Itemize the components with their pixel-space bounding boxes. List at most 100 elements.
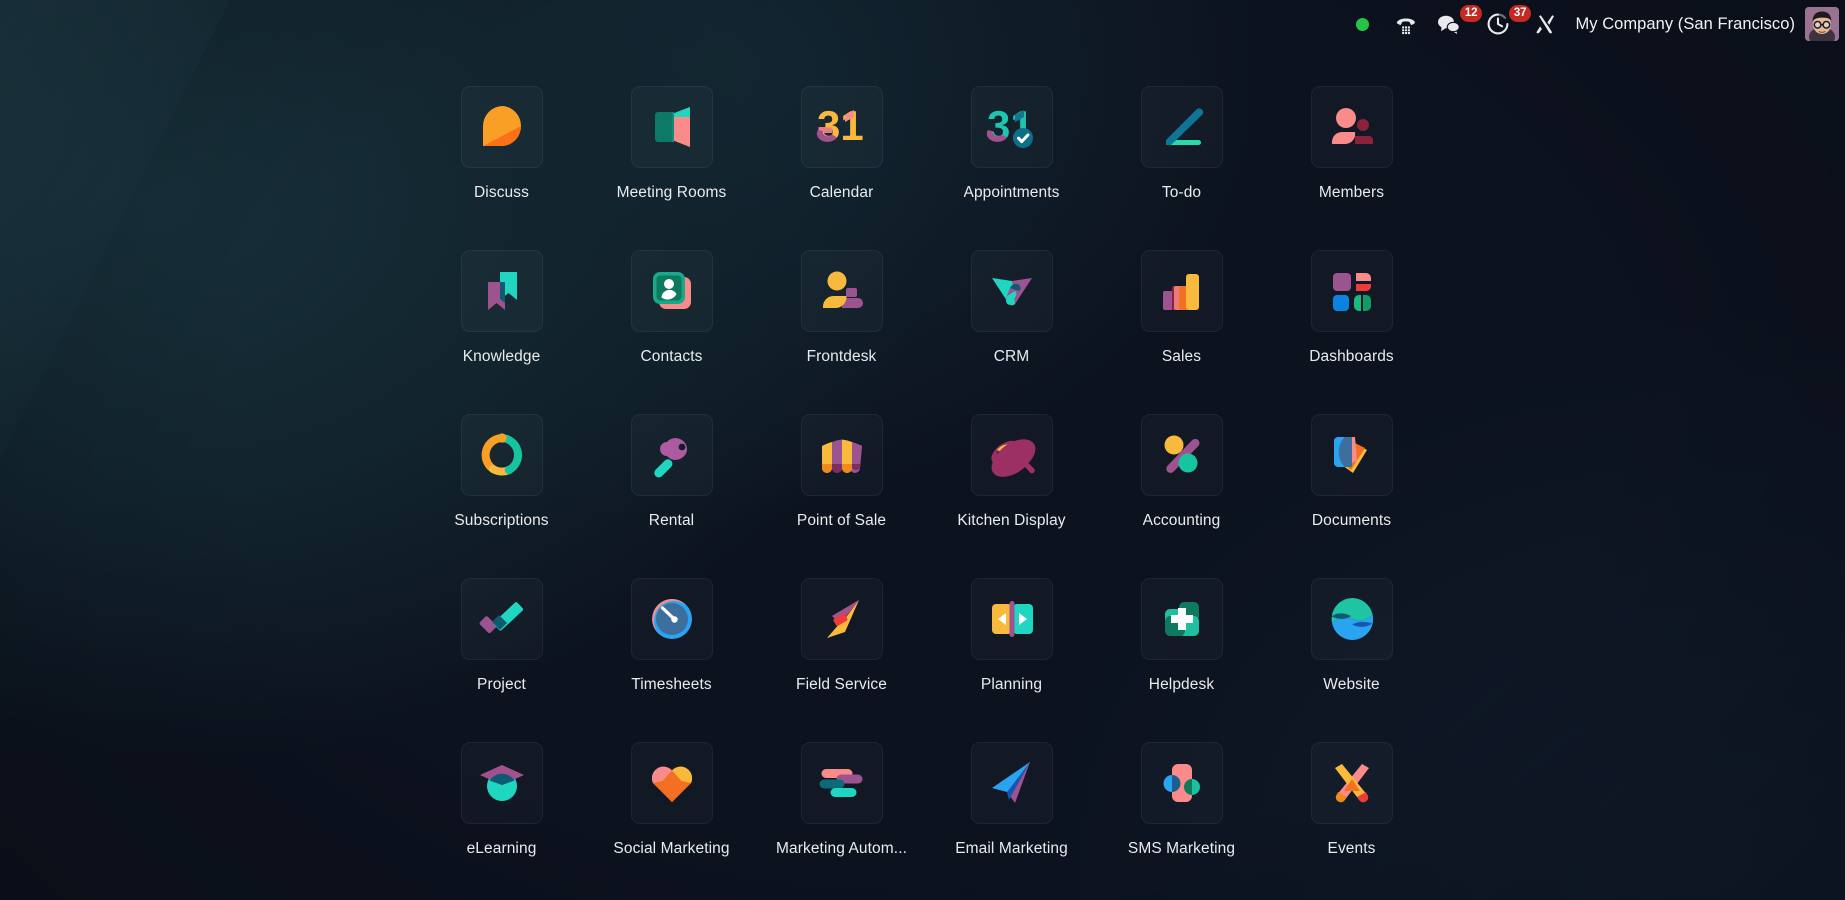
app-label: To-do <box>1161 184 1202 201</box>
phone-dialpad-button[interactable] <box>1385 0 1427 48</box>
app-label: Field Service <box>796 676 887 693</box>
discuss-icon <box>482 106 521 146</box>
svg-text:31: 31 <box>817 102 864 149</box>
app-subscriptions[interactable]: Subscriptions <box>417 406 587 570</box>
helpdesk-cross-icon <box>1164 602 1199 636</box>
frontdesk-bell-icon <box>822 271 863 309</box>
app-social-marketing[interactable]: Social Marketing <box>587 734 757 898</box>
app-tile <box>630 86 713 168</box>
app-tile <box>970 578 1053 660</box>
app-label: Rental <box>648 512 695 529</box>
settings-tools-button[interactable] <box>1526 0 1567 48</box>
app-label: Website <box>1323 676 1380 693</box>
app-documents[interactable]: Documents <box>1267 406 1437 570</box>
app-kitchen-display[interactable]: Kitchen Display <box>927 406 1097 570</box>
app-tile <box>1140 742 1223 824</box>
dashboards-tiles-icon <box>1332 273 1371 311</box>
app-label: Helpdesk <box>1148 676 1215 693</box>
app-label: Calendar <box>809 184 874 201</box>
avatar[interactable] <box>1805 7 1839 41</box>
crm-arrow-icon <box>991 278 1032 306</box>
app-tile <box>630 414 713 496</box>
app-website[interactable]: Website <box>1267 570 1437 734</box>
app-tile <box>1140 250 1223 332</box>
app-tile <box>1140 578 1223 660</box>
app-meeting-rooms[interactable]: Meeting Rooms <box>587 78 757 242</box>
chat-bubbles-icon <box>1438 15 1461 34</box>
rental-key-icon <box>653 438 687 478</box>
elearning-graduation-icon <box>479 765 524 801</box>
sales-barchart-icon <box>1162 274 1199 310</box>
app-members[interactable]: Members <box>1267 78 1437 242</box>
app-dashboards[interactable]: Dashboards <box>1267 242 1437 406</box>
app-frontdesk[interactable]: Frontdesk <box>757 242 927 406</box>
documents-papers-icon <box>1333 437 1367 473</box>
calendar-31-icon: 31 <box>816 102 864 149</box>
app-tile <box>630 578 713 660</box>
online-status-dot <box>1356 17 1370 31</box>
app-field-service[interactable]: Field Service <box>757 570 927 734</box>
app-label: Planning <box>980 676 1043 693</box>
app-tile <box>1310 578 1393 660</box>
clock-activity-icon <box>1488 13 1509 35</box>
app-sales[interactable]: Sales <box>1097 242 1267 406</box>
app-tile <box>460 86 543 168</box>
subscriptions-recycle-icon <box>481 433 522 476</box>
app-project[interactable]: Project <box>417 570 587 734</box>
app-contacts[interactable]: Contacts <box>587 242 757 406</box>
app-point-of-sale[interactable]: Point of Sale <box>757 406 927 570</box>
app-launcher-grid: Discuss Meeting Rooms 31 Calendar 31 App… <box>0 78 1845 898</box>
app-label: Frontdesk <box>806 348 877 365</box>
app-label: Members <box>1318 184 1385 201</box>
online-status-button[interactable] <box>1343 0 1385 48</box>
email-marketing-plane-icon <box>991 762 1030 803</box>
project-check-icon <box>479 602 523 634</box>
field-service-bolt-icon <box>826 600 859 638</box>
tools-wrench-icon <box>1537 14 1555 33</box>
app-elearning[interactable]: eLearning <box>417 734 587 898</box>
app-marketing-automation[interactable]: Marketing Autom... <box>757 734 927 898</box>
app-tile <box>970 742 1053 824</box>
kitchen-display-pan-icon <box>990 439 1035 477</box>
app-email-marketing[interactable]: Email Marketing <box>927 734 1097 898</box>
phone-dialpad-icon <box>1397 18 1416 35</box>
app-label: Marketing Autom... <box>775 840 908 857</box>
accounting-percent-icon <box>1164 435 1200 473</box>
app-rental[interactable]: Rental <box>587 406 757 570</box>
app-tile <box>1310 86 1393 168</box>
point-of-sale-awning-icon <box>821 439 862 473</box>
app-label: Subscriptions <box>454 512 549 529</box>
app-tile <box>800 578 883 660</box>
app-planning[interactable]: Planning <box>927 570 1097 734</box>
app-label: Project <box>477 676 526 693</box>
app-timesheets[interactable]: Timesheets <box>587 570 757 734</box>
sms-marketing-icon <box>1163 764 1200 802</box>
website-globe-icon <box>1330 597 1373 641</box>
top-navbar: 12 37 My Company (San Francisco) <box>0 0 1845 48</box>
app-tile <box>970 250 1053 332</box>
messages-button[interactable]: 12 <box>1427 0 1483 48</box>
app-label: CRM <box>993 348 1030 365</box>
app-tile <box>460 414 543 496</box>
app-calendar[interactable]: 31 Calendar <box>757 78 927 242</box>
contacts-card-icon <box>652 272 691 309</box>
app-todo[interactable]: To-do <box>1097 78 1267 242</box>
app-label: Sales <box>1161 348 1202 365</box>
app-appointments[interactable]: 31 Appointments <box>927 78 1097 242</box>
app-helpdesk[interactable]: Helpdesk <box>1097 570 1267 734</box>
app-tile: 31 <box>970 86 1053 168</box>
app-label: Kitchen Display <box>957 512 1066 529</box>
app-tile <box>460 250 543 332</box>
app-accounting[interactable]: Accounting <box>1097 406 1267 570</box>
app-discuss[interactable]: Discuss <box>417 78 587 242</box>
app-sms-marketing[interactable]: SMS Marketing <box>1097 734 1267 898</box>
company-switcher[interactable]: My Company (San Francisco) <box>1567 15 1805 34</box>
app-crm[interactable]: CRM <box>927 242 1097 406</box>
app-knowledge[interactable]: Knowledge <box>417 242 587 406</box>
app-tile <box>1310 250 1393 332</box>
activities-button[interactable]: 37 <box>1477 0 1532 48</box>
app-tile <box>1140 86 1223 168</box>
app-events[interactable]: Events <box>1267 734 1437 898</box>
app-tile <box>800 250 883 332</box>
app-label: Events <box>1327 840 1376 857</box>
